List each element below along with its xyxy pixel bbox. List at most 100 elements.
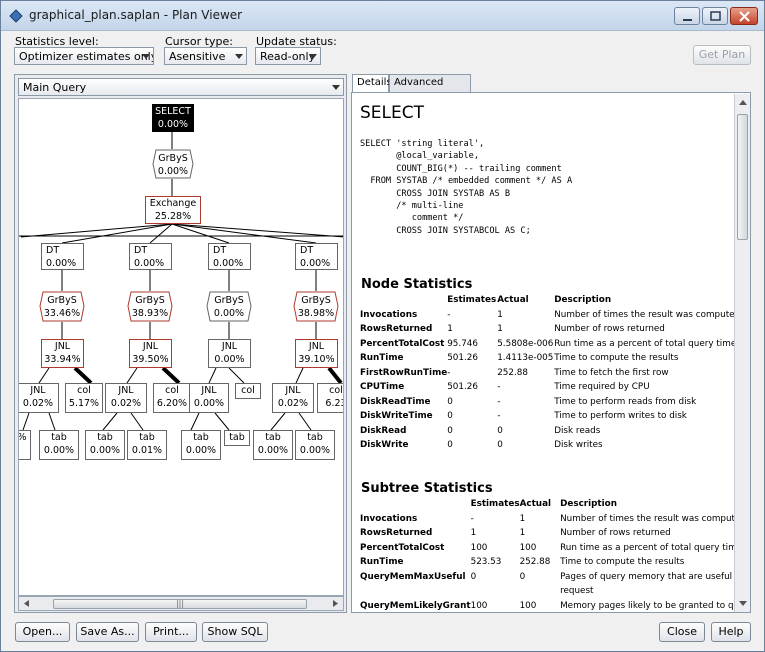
stat-description: Memory pages likely to be granted to que… (560, 600, 749, 611)
stat-value: 100 (519, 600, 537, 611)
plan-node-col[interactable]: col (235, 383, 261, 399)
details-pane: Details Advanced Details SELECT SELECT '… (351, 74, 753, 613)
plan-node-grbys[interactable]: GrByS 33.46% (39, 291, 85, 322)
print-button[interactable]: Print... (145, 622, 197, 642)
column-header: Estimates (447, 295, 497, 306)
stat-value: 1 (447, 324, 453, 335)
maximize-button[interactable] (702, 7, 728, 25)
plan-canvas[interactable]: SELECT 0.00% GrByS 0.00% Exchange 25.28% … (18, 98, 344, 596)
node-percent: 39.50% (132, 354, 169, 365)
help-button[interactable]: Help (711, 622, 751, 642)
maximize-icon (710, 11, 721, 21)
plan-node-grbys-top[interactable]: GrByS 0.00% (152, 149, 194, 179)
scroll-right-icon[interactable] (329, 597, 341, 610)
plan-node-jnl[interactable]: JNL 39.50% (129, 339, 172, 368)
save-as-button[interactable]: Save As... (76, 622, 139, 642)
app-icon (9, 9, 23, 23)
node-percent: 0.00% (214, 354, 245, 365)
plan-node-col[interactable]: col 6.20% (153, 383, 191, 413)
update-status-select[interactable]: Read-only (255, 47, 321, 65)
plan-node-tab[interactable]: tab 0.00% (253, 430, 293, 460)
plan-node-grbys[interactable]: GrByS 38.93% (127, 291, 173, 322)
plan-node-tab[interactable]: tab 0.00% (295, 430, 335, 460)
plan-node-dt[interactable]: DT 0.00% (208, 243, 251, 270)
stat-description: Pages of query memory that are useful to… (560, 571, 750, 582)
stat-value: 100 (470, 600, 488, 611)
column-header: Description (560, 499, 617, 510)
plan-node-jnl[interactable]: JNL 0.00% (208, 339, 251, 368)
stat-description: Disk reads (554, 425, 601, 436)
node-percent: 0.00% (193, 398, 225, 409)
open-button[interactable]: Open... (15, 622, 70, 642)
close-button[interactable]: Close (659, 622, 705, 642)
scrollbar-thumb[interactable] (737, 114, 748, 240)
cursor-type-select[interactable]: Asensitive (164, 47, 247, 65)
node-percent: 0.00% (257, 445, 289, 456)
plan-node-col[interactable]: col 6.23 (317, 383, 343, 413)
stat-name: QueryMemMaxUseful (360, 571, 466, 582)
node-percent: 25.28% (154, 211, 192, 222)
stat-value: 1 (519, 513, 526, 524)
show-sql-button[interactable]: Show SQL (202, 622, 268, 642)
chevron-down-icon (142, 54, 150, 59)
column-header: Description (554, 295, 612, 306)
plan-node-tab[interactable]: tab 0.01% (127, 430, 167, 460)
tab-details[interactable]: Details (352, 74, 392, 93)
get-plan-button[interactable]: Get Plan (693, 45, 751, 65)
stat-value: 523.53 (470, 557, 502, 568)
scroll-up-icon[interactable] (736, 96, 750, 110)
node-name: tab (229, 432, 245, 443)
statistics-level-select[interactable]: Optimizer estimates only (14, 47, 154, 65)
tab-advanced-details[interactable]: Advanced Details (389, 74, 471, 104)
node-name: DT (213, 245, 227, 256)
stat-value: 100 (470, 542, 488, 553)
node-percent: 0.00% (134, 258, 165, 269)
scrollbar-thumb[interactable]: ||| (53, 599, 307, 609)
minimize-button[interactable] (674, 7, 700, 25)
plan-node-grbys[interactable]: GrByS 0.00% (206, 291, 252, 322)
plan-node-tab[interactable]: tab (224, 430, 250, 446)
query-select[interactable]: Main Query (18, 78, 344, 96)
title-bar: graphical_plan.saplan - Plan Viewer (1, 1, 764, 31)
plan-node-dt[interactable]: DT 0.00% (41, 243, 84, 270)
query-select-value: Main Query (23, 81, 87, 94)
node-percent: 0.00% (300, 258, 331, 269)
plan-node-grbys[interactable]: GrByS 38.98% (293, 291, 339, 322)
plan-node-dt[interactable]: DT 0.00% (295, 243, 338, 270)
node-name: Exchange (149, 198, 197, 209)
plan-node-exchange[interactable]: Exchange 25.28% (145, 196, 201, 224)
scroll-left-icon[interactable] (21, 597, 33, 610)
stat-value: 0 (519, 571, 526, 582)
node-percent: 6.20% (156, 398, 188, 409)
scroll-down-icon[interactable] (736, 596, 750, 610)
window-close-button[interactable] (730, 7, 758, 25)
node-name: GrByS (47, 295, 77, 306)
stat-value: 1 (470, 528, 477, 539)
stat-description: Time to compute the results (554, 353, 679, 364)
node-name: SELECT (155, 106, 191, 117)
plan-node-tab[interactable]: tab 0.00% (39, 430, 79, 460)
details-vertical-scrollbar[interactable] (734, 94, 750, 612)
stat-value: 100 (519, 542, 537, 553)
node-percent: 0.02% (277, 398, 309, 409)
plan-node-tab[interactable]: % (19, 430, 31, 460)
plan-node-jnl[interactable]: JNL 0.00% (189, 383, 229, 413)
update-status-value: Read-only (260, 50, 316, 63)
node-name: GrByS (214, 295, 244, 306)
plan-node-tab[interactable]: tab 0.00% (85, 430, 125, 460)
plan-node-jnl[interactable]: JNL 0.02% (105, 383, 147, 413)
plan-node-jnl[interactable]: JNL 39.10% (295, 339, 338, 368)
plan-node-select[interactable]: SELECT 0.00% (152, 104, 194, 132)
plan-horizontal-scrollbar[interactable]: ||| (18, 596, 344, 611)
plan-node-jnl[interactable]: JNL 0.02% (19, 383, 59, 413)
sql-text: SELECT 'string literal', @local_variable… (360, 139, 573, 236)
plan-node-tab[interactable]: tab 0.00% (181, 430, 221, 460)
plan-node-dt[interactable]: DT 0.00% (129, 243, 172, 270)
plan-node-jnl[interactable]: JNL 33.94% (41, 339, 84, 368)
plan-node-col[interactable]: col 5.17% (65, 383, 103, 413)
stat-value: 252.88 (519, 557, 551, 568)
plan-node-jnl[interactable]: JNL 0.02% (272, 383, 314, 413)
stat-name: FirstRowRunTime (360, 367, 448, 378)
table-row: PercentTotalCost 95.746 5.5808e-006 Run tim… (360, 337, 744, 352)
column-header (360, 293, 447, 308)
